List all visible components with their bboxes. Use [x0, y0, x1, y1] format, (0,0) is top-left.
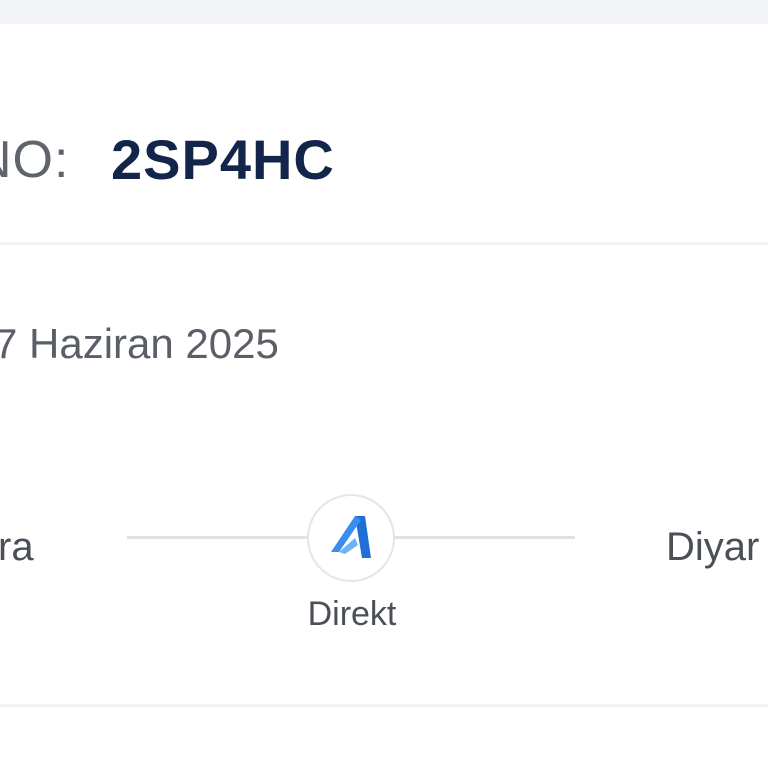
airline-badge [307, 494, 395, 582]
bottom-strip [0, 707, 768, 768]
route-line-right [394, 536, 575, 539]
stop-type-label: Direkt [307, 595, 397, 633]
section-divider [0, 242, 768, 245]
pnr-label: NO: [0, 131, 70, 189]
destination-city: Diyar [666, 525, 760, 569]
route-line-left [127, 536, 309, 539]
airline-logo-icon [331, 516, 371, 558]
pnr-code: 2SP4HC [111, 128, 335, 191]
flight-date: 7 Haziran 2025 [0, 320, 279, 367]
origin-city: ra [0, 525, 34, 569]
top-strip [0, 0, 768, 24]
